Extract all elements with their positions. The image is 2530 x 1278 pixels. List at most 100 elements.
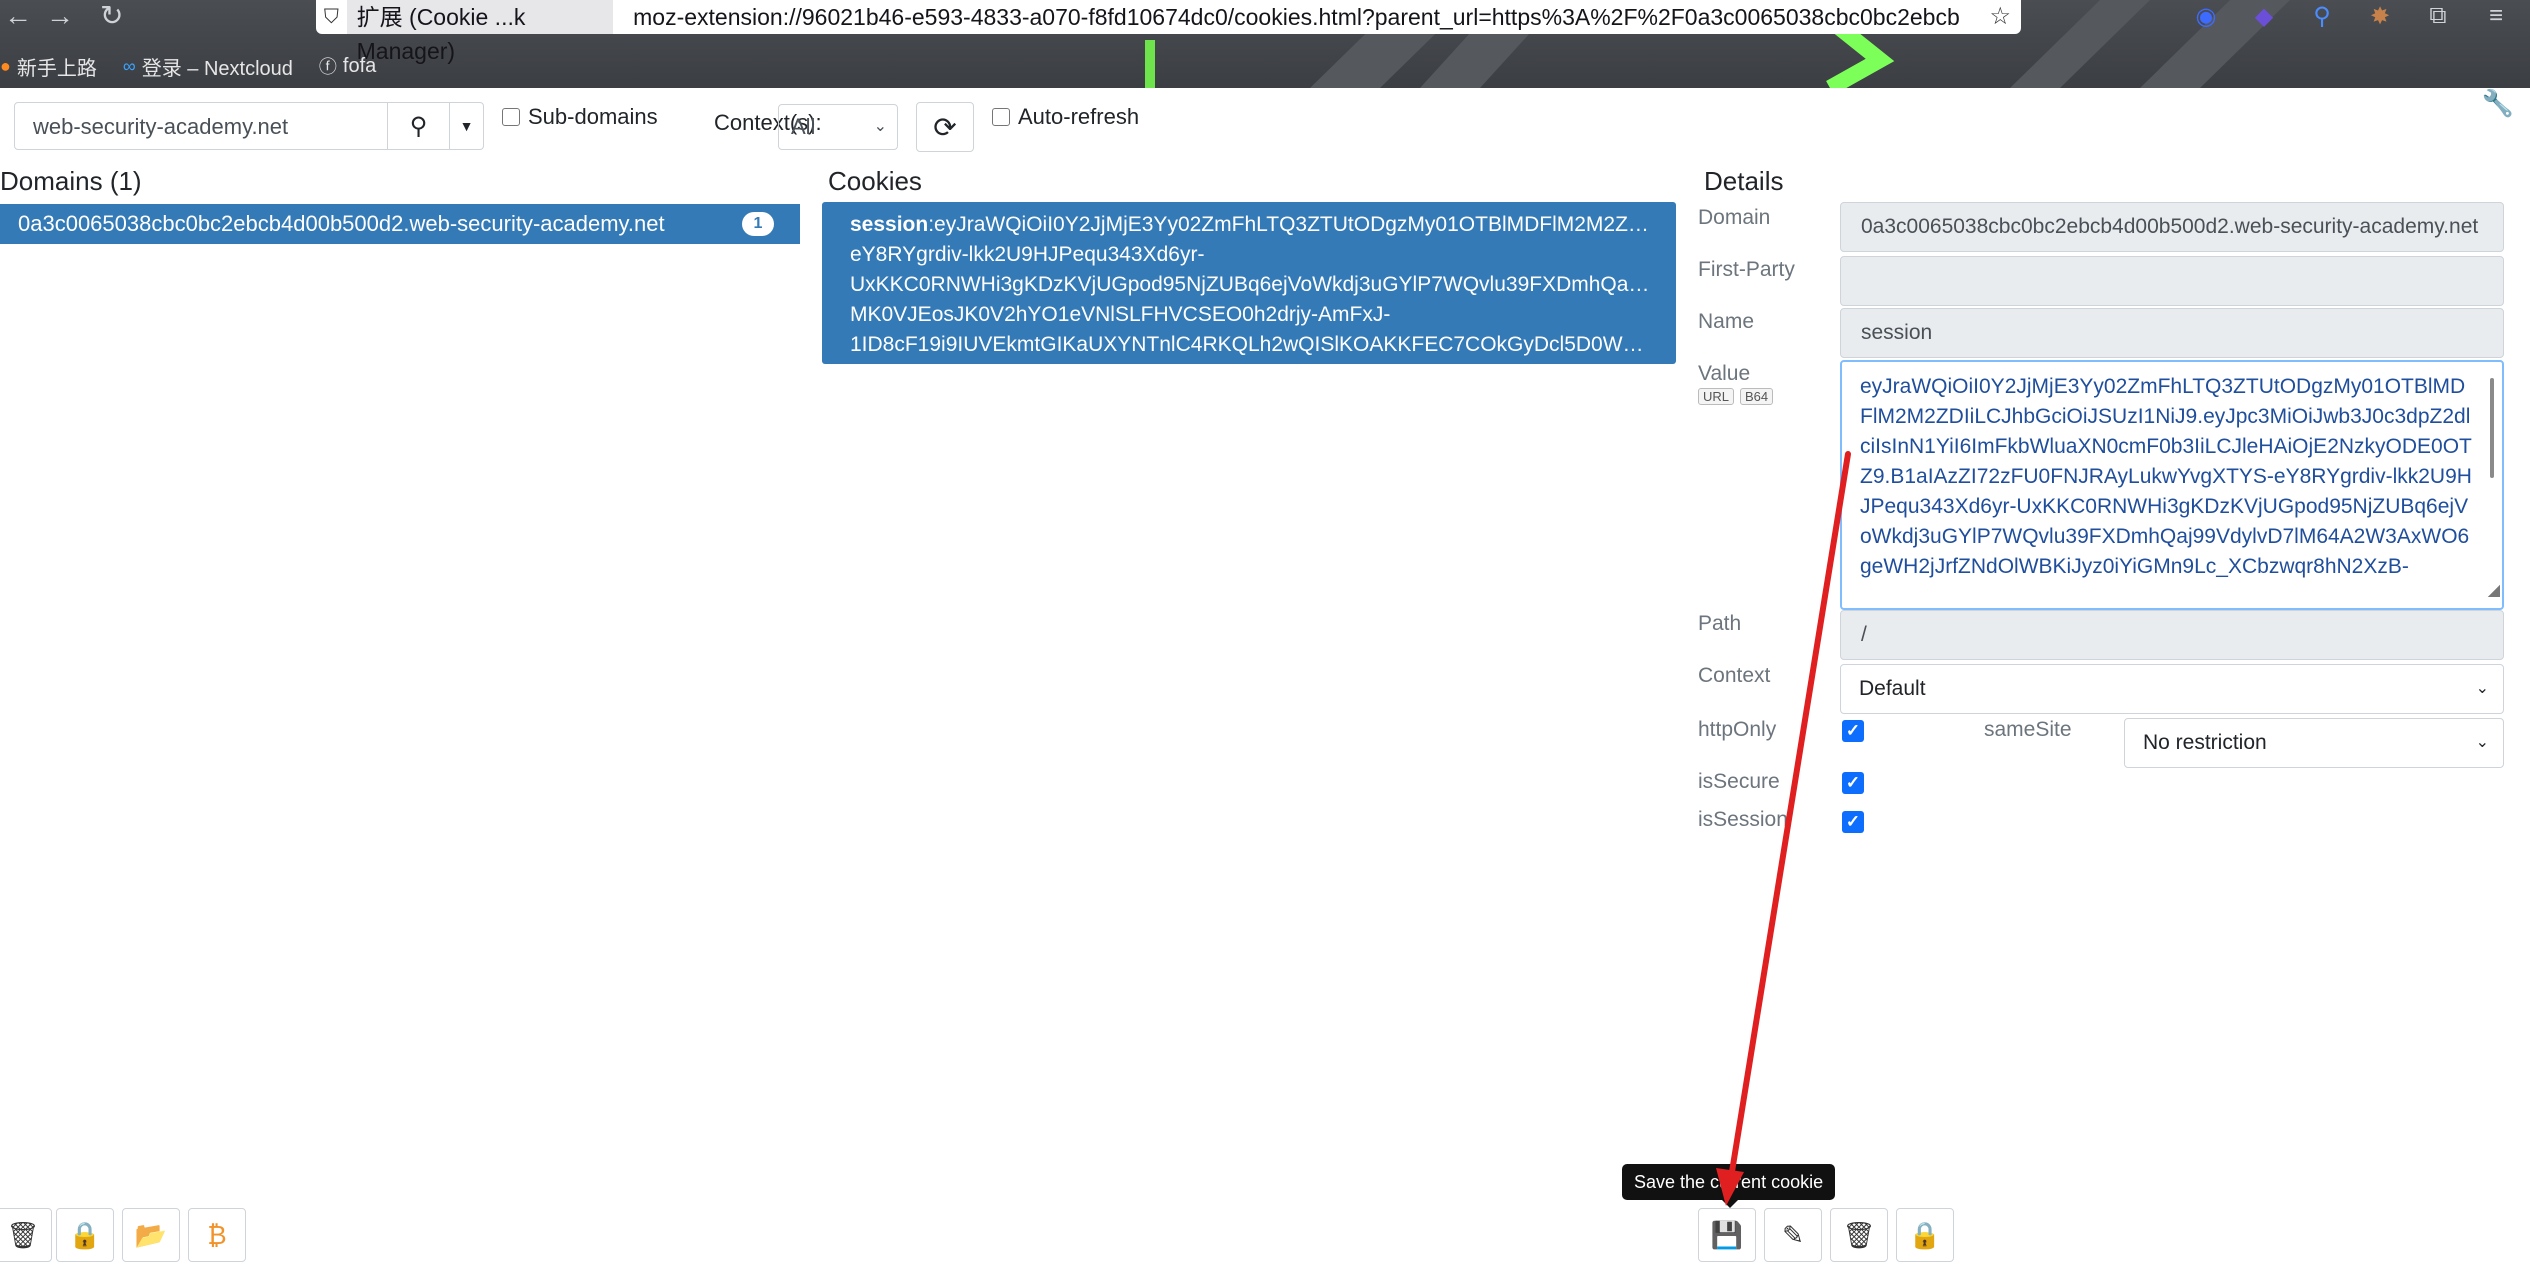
cookie-value-line: eY8RYgrdiv-lkk2U9HJPequ343Xd6yr- <box>850 243 1205 266</box>
search-group: web-security-academy.net ⚲ ▼ <box>14 102 484 152</box>
resize-grip-icon[interactable]: ◢ <box>2488 576 2500 606</box>
name-field[interactable]: session <box>1840 308 2504 358</box>
context-select[interactable]: Default ⌄ <box>1840 664 2504 714</box>
chevron-down-icon: ⌄ <box>873 118 887 135</box>
context-label: Context <box>1698 664 1771 687</box>
cookie-value-line: UxKKC0RNWHi3gKDzKVjUGpod95NjZUBq6ejVoWkd… <box>850 273 1650 296</box>
bitcoin-icon: ₿ <box>207 1219 227 1250</box>
value-encoding-badges: URL B64 <box>1698 388 1774 405</box>
base64-decode-badge[interactable]: B64 <box>1740 388 1774 405</box>
context-value: Default <box>1859 677 1926 700</box>
cookie-icon[interactable]: ✸ <box>2366 2 2394 31</box>
protect-cookie-button[interactable]: 🔒 <box>1896 1208 1954 1262</box>
httponly-checkbox[interactable]: ✓ <box>1842 720 1864 742</box>
issecure-checkbox[interactable]: ✓ <box>1842 772 1864 794</box>
chevron-down-icon: ⌄ <box>2475 680 2489 697</box>
samesite-value: No restriction <box>2143 731 2267 754</box>
caret-down-icon: ▼ <box>459 118 474 134</box>
autorefresh-label: Auto-refresh <box>1018 104 1140 129</box>
reload-icon[interactable]: ↻ <box>100 0 123 34</box>
bookmark-item[interactable]: ● 新手上路 <box>0 52 97 81</box>
firefox-icon: ● <box>0 55 11 76</box>
domain-search-input[interactable]: web-security-academy.net <box>14 102 388 150</box>
refresh-button[interactable]: ⟳ <box>916 102 974 152</box>
forward-icon[interactable]: → <box>46 0 74 34</box>
bookmarks-bar: ● 新手上路 ∞ 登录 – Nextcloud ⓕ fofa <box>0 50 376 82</box>
checkbox-box[interactable] <box>992 108 1010 126</box>
cookie-name: session <box>850 213 929 236</box>
contexts-value: All <box>791 114 816 139</box>
save-tooltip: Save the current cookie <box>1622 1164 1836 1208</box>
search-options-dropdown[interactable]: ▼ <box>450 102 484 150</box>
lock-icon: 🔒 <box>1908 1219 1942 1250</box>
name-label: Name <box>1698 310 1755 333</box>
cookie-toolbar: web-security-academy.net ⚲ ▼ Sub-domains… <box>14 88 2514 154</box>
nextcloud-icon: ∞ <box>122 55 136 76</box>
cookie-value-line: 1ID8cF19i9IUVEkmtGIKaUXYNTnlC4RKQLh2wQIS… <box>850 333 1644 356</box>
back-icon[interactable]: ← <box>4 0 32 34</box>
cookie-list-item[interactable]: session:eyJraWQiOiI0Y2JjMjE3Yy02ZmFhLTQ3… <box>822 202 1676 364</box>
trash-icon: 🗑 <box>1842 1219 1876 1250</box>
value-text: eyJraWQiOiI0Y2JjMjE3Yy02ZmFhLTQ3ZTUtODgz… <box>1860 375 2472 578</box>
url-decode-badge[interactable]: URL <box>1698 388 1735 405</box>
save-icon: 💾 <box>1710 1219 1744 1250</box>
domain-name: 0a3c0065038cbc0bc2ebcb4d00b500d2.web-sec… <box>18 211 665 236</box>
cookie-value-line: MK0VJEosJK0V2hYO1eVNlSLFHVCSEO0h2drjy-Am… <box>850 303 1391 326</box>
value-textarea[interactable]: eyJraWQiOiI0Y2JjMjE3Yy02ZmFhLTQ3ZTUtODgz… <box>1840 360 2504 610</box>
cookies-title: Cookies <box>828 166 922 196</box>
samesite-label: sameSite <box>1984 718 2072 741</box>
httponly-label: httpOnly <box>1698 718 1777 741</box>
search-icon: ⚲ <box>409 112 428 140</box>
domain-label: Domain <box>1698 206 1771 229</box>
subdomains-checkbox[interactable]: Sub-domains <box>502 104 658 130</box>
checkbox-box[interactable] <box>502 108 520 126</box>
bitcoin-donate-button[interactable]: ₿ <box>188 1208 246 1262</box>
value-label: Value <box>1698 362 1751 385</box>
menu-icon[interactable]: ≡ <box>2482 2 2510 31</box>
settings-wrench-icon[interactable]: 🔧 <box>2482 88 2514 119</box>
pencil-icon: ✎ <box>1782 1219 1804 1250</box>
contexts-select[interactable]: All ⌄ <box>778 104 898 150</box>
bookmark-item[interactable]: ⓕ fofa <box>319 53 376 79</box>
delete-all-button[interactable]: 🗑 <box>0 1208 52 1262</box>
extension-icon[interactable]: ◉ <box>2192 2 2220 31</box>
domain-field[interactable]: 0a3c0065038cbc0bc2ebcb4d00b500d2.web-sec… <box>1840 202 2504 252</box>
cookie-count-badge: 1 <box>742 212 774 236</box>
domains-title: Domains (1) <box>0 166 142 196</box>
toolbar-icons: ◉ ◆ ⚲ ✸ ⧉ ≡ <box>2192 2 2510 31</box>
first-party-field[interactable] <box>1840 256 2504 306</box>
url-text[interactable]: moz-extension://96021b46-e593-4833-a070-… <box>613 4 2021 31</box>
issecure-label: isSecure <box>1698 770 1780 793</box>
import-button[interactable]: 📂 <box>122 1208 180 1262</box>
bookmark-star-icon[interactable]: ☆ <box>1989 2 2011 31</box>
subdomains-label: Sub-domains <box>528 104 658 129</box>
path-field[interactable]: / <box>1840 610 2504 660</box>
bookmark-item[interactable]: ∞ 登录 – Nextcloud <box>123 52 293 81</box>
cookie-value-line: :eyJraWQiOiI0Y2JjMjE3Yy02ZmFhLTQ3ZTUtODg… <box>928 213 1649 236</box>
domain-list-item[interactable]: 0a3c0065038cbc0bc2ebcb4d00b500d2.web-sec… <box>0 204 800 244</box>
issession-label: isSession <box>1698 808 1788 831</box>
details-title: Details <box>1704 166 1784 196</box>
shield-icon[interactable]: ⛉ <box>316 6 347 29</box>
chevron-down-icon: ⌄ <box>2475 734 2489 751</box>
path-label: Path <box>1698 612 1742 635</box>
delete-cookie-button[interactable]: 🗑 <box>1830 1208 1888 1262</box>
browser-chrome: ← → ↻ ⛉ 扩展 (Cookie ...k Manager) moz-ext… <box>0 0 2530 88</box>
autorefresh-checkbox[interactable]: Auto-refresh <box>992 104 1139 130</box>
trash-icon: 🗑 <box>6 1219 40 1250</box>
protect-all-button[interactable]: 🔒 <box>56 1208 114 1262</box>
search-button[interactable]: ⚲ <box>388 102 450 150</box>
first-party-label: First-Party <box>1698 258 1795 281</box>
samesite-select[interactable]: No restriction ⌄ <box>2124 718 2504 768</box>
save-cookie-button[interactable]: 💾 <box>1698 1208 1756 1262</box>
extension-icon[interactable]: ◆ <box>2250 2 2278 31</box>
pin-icon[interactable]: ⚲ <box>2308 2 2336 31</box>
extension-identity[interactable]: 扩展 (Cookie ...k Manager) <box>346 0 614 64</box>
refresh-icon: ⟳ <box>933 111 957 143</box>
extensions-puzzle-icon[interactable]: ⧉ <box>2424 2 2452 31</box>
issession-checkbox[interactable]: ✓ <box>1842 811 1864 833</box>
textarea-scrollbar[interactable] <box>2490 378 2494 478</box>
address-bar[interactable]: ⛉ 扩展 (Cookie ...k Manager) moz-extension… <box>316 0 2021 64</box>
fofa-icon: ⓕ <box>318 57 337 77</box>
edit-cookie-button[interactable]: ✎ <box>1764 1208 1822 1262</box>
